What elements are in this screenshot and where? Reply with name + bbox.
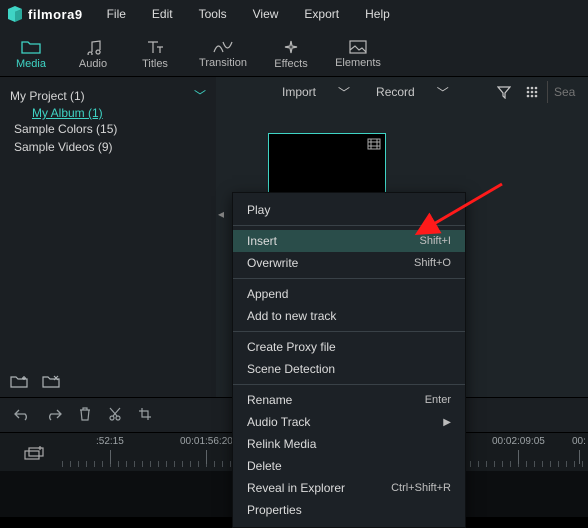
ctx-rename[interactable]: RenameEnter [233,389,465,411]
crop-icon[interactable] [138,407,152,424]
collapse-arrow-icon[interactable]: ◂ [218,207,224,221]
folder-icon [21,39,41,55]
tab-media[interactable]: Media [0,35,62,70]
chevron-down-icon: ﹀ [338,84,350,101]
menu-view[interactable]: View [243,3,289,25]
add-folder-icon[interactable] [10,374,28,391]
film-icon [367,138,381,153]
ruler-tick: 00:02:09:05 [492,436,545,447]
transition-icon [212,40,234,54]
sparkle-icon [282,39,300,55]
menu-edit[interactable]: Edit [142,3,183,25]
tab-audio[interactable]: Audio [62,35,124,70]
ctx-reveal-explorer[interactable]: Reveal in ExplorerCtrl+Shift+R [233,477,465,499]
music-icon [84,39,102,55]
ctx-delete[interactable]: Delete [233,455,465,477]
tab-elements[interactable]: Elements [322,36,394,69]
ruler-tick: 00: [572,436,586,447]
ctx-properties[interactable]: Properties [233,499,465,521]
chevron-down-icon[interactable]: ﹀ [194,87,206,104]
ruler-tick: :52:15 [96,436,124,447]
record-dropdown[interactable]: Record ﹀ [364,84,461,101]
ctx-scene-detection[interactable]: Scene Detection [233,358,465,380]
project-root[interactable]: My Project (1) ﹀ [10,85,206,106]
ctx-create-proxy[interactable]: Create Proxy file [233,336,465,358]
chevron-down-icon: ﹀ [437,84,449,101]
redo-icon[interactable] [46,407,62,424]
image-icon [349,40,367,54]
tab-titles[interactable]: Titles [124,35,186,70]
logo-icon [6,5,24,23]
ctx-relink-media[interactable]: Relink Media [233,433,465,455]
app-name: filmora9 [28,7,83,22]
tab-transition[interactable]: Transition [186,36,260,69]
ctx-play[interactable]: Play [233,199,465,221]
search-input[interactable] [547,81,582,103]
sample-colors-item[interactable]: Sample Colors (15) [10,120,206,138]
ctx-append[interactable]: Append [233,283,465,305]
app-logo: filmora9 [6,5,83,23]
tab-effects[interactable]: Effects [260,35,322,70]
delete-icon[interactable] [78,407,92,424]
separator [233,331,465,332]
import-dropdown[interactable]: Import ﹀ [270,84,362,101]
menu-file[interactable]: File [97,3,136,25]
menu-help[interactable]: Help [355,3,400,25]
menu-export[interactable]: Export [294,3,349,25]
ctx-overwrite[interactable]: OverwriteShift+O [233,252,465,274]
grid-view-icon[interactable] [519,85,545,99]
remove-folder-icon[interactable] [42,374,60,391]
text-icon [146,39,164,55]
submenu-arrow-icon: ▶ [443,417,451,428]
add-track-icon[interactable] [0,444,62,460]
undo-icon[interactable] [14,407,30,424]
filter-icon[interactable] [491,85,517,99]
ctx-audio-track[interactable]: Audio Track▶ [233,411,465,433]
cut-icon[interactable] [108,407,122,424]
separator [233,225,465,226]
sample-videos-item[interactable]: Sample Videos (9) [10,138,206,156]
separator [233,384,465,385]
context-menu: Play InsertShift+I OverwriteShift+O Appe… [232,192,466,528]
ctx-add-to-new-track[interactable]: Add to new track [233,305,465,327]
ruler-tick: 00:01:56:20 [180,436,233,447]
album-item[interactable]: My Album (1) [10,106,206,120]
ctx-insert[interactable]: InsertShift+I [233,230,465,252]
project-sidebar: My Project (1) ﹀ My Album (1) Sample Col… [0,77,216,397]
separator [233,278,465,279]
menu-tools[interactable]: Tools [189,3,237,25]
